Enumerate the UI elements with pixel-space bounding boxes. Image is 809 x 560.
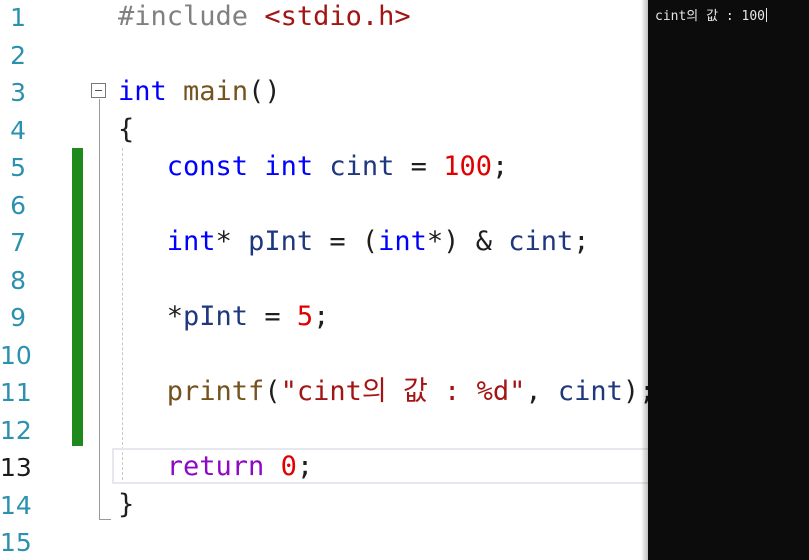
code-token: } (118, 489, 135, 520)
code-token: = (394, 151, 444, 182)
console-window[interactable]: cint의 값 : 100 (648, 0, 809, 560)
code-token: <stdio.h> (264, 1, 411, 32)
fold-guide-end (99, 519, 111, 520)
code-editor[interactable]: 1 2 3 4 5 6 7 8 9 10 11 12 13 14 15 #include <stdio.h>… (0, 0, 648, 560)
line-number: 8 (10, 266, 26, 295)
code-token: , (525, 376, 558, 407)
code-token: *) & (426, 226, 509, 257)
code-line: const int cint = 100; (118, 148, 508, 185)
code-token: const (166, 151, 249, 182)
code-token: return (166, 451, 265, 482)
code-line: } (118, 486, 134, 523)
line-number: 11 (0, 378, 32, 407)
code-token: 5 (296, 301, 314, 332)
code-token: int (166, 226, 216, 257)
code-line: return 0; (118, 448, 313, 485)
code-line: printf("cint의 값 : %d", cint); (118, 373, 648, 410)
code-token: 0 (280, 451, 297, 482)
code-token: int (264, 151, 314, 182)
code-token: = ( (313, 226, 379, 257)
change-tracking-bar (72, 148, 83, 446)
line-number: 9 (10, 303, 26, 332)
line-number: 3 (10, 78, 26, 107)
code-token: 100 (443, 151, 492, 182)
code-token: main (183, 76, 249, 107)
code-token: * (118, 301, 184, 332)
code-token: pInt (248, 226, 314, 257)
collapse-toggle-icon[interactable] (91, 83, 106, 98)
code-token: ( (264, 376, 281, 407)
code-token: ; (313, 301, 330, 332)
code-token: () (248, 76, 281, 107)
line-number: 1 (10, 3, 26, 32)
line-number: 7 (10, 228, 26, 257)
code-line: *pInt = 5; (118, 298, 330, 335)
console-output-text: cint의 값 : 100 (655, 9, 766, 24)
line-number: 5 (10, 153, 26, 182)
code-line: { (118, 111, 134, 148)
line-number: 6 (10, 191, 26, 220)
code-token: = (248, 301, 297, 332)
line-number: 14 (0, 491, 32, 520)
console-output: cint의 값 : 100 (655, 8, 768, 25)
code-token: pInt (183, 301, 249, 332)
code-line: #include <stdio.h> (118, 0, 411, 35)
line-number: 10 (0, 341, 32, 370)
code-token: cint (557, 376, 623, 407)
code-token: "cint의 값 : %d" (280, 376, 526, 407)
code-token: ; (573, 226, 590, 257)
console-window-shadow (641, 0, 648, 560)
code-token: ; (296, 451, 314, 482)
line-number: 12 (0, 416, 32, 445)
code-token: cint (329, 151, 395, 182)
code-token: int (378, 226, 427, 257)
code-token: { (118, 114, 135, 145)
code-line: int* pInt = (int*) & cint; (118, 223, 590, 260)
code-token: printf (166, 376, 265, 407)
code-token: ; (491, 151, 509, 182)
code-line: int main() (118, 73, 281, 110)
code-token: #include (118, 1, 265, 32)
line-number: 15 (0, 528, 32, 557)
fold-guide-line (99, 99, 100, 520)
line-number: 2 (10, 41, 26, 70)
line-number: 13 (0, 453, 32, 482)
code-token: cint (508, 226, 574, 257)
code-token: * (215, 226, 249, 257)
console-cursor (766, 8, 768, 22)
code-token: int (118, 76, 167, 107)
line-number: 4 (10, 116, 26, 145)
